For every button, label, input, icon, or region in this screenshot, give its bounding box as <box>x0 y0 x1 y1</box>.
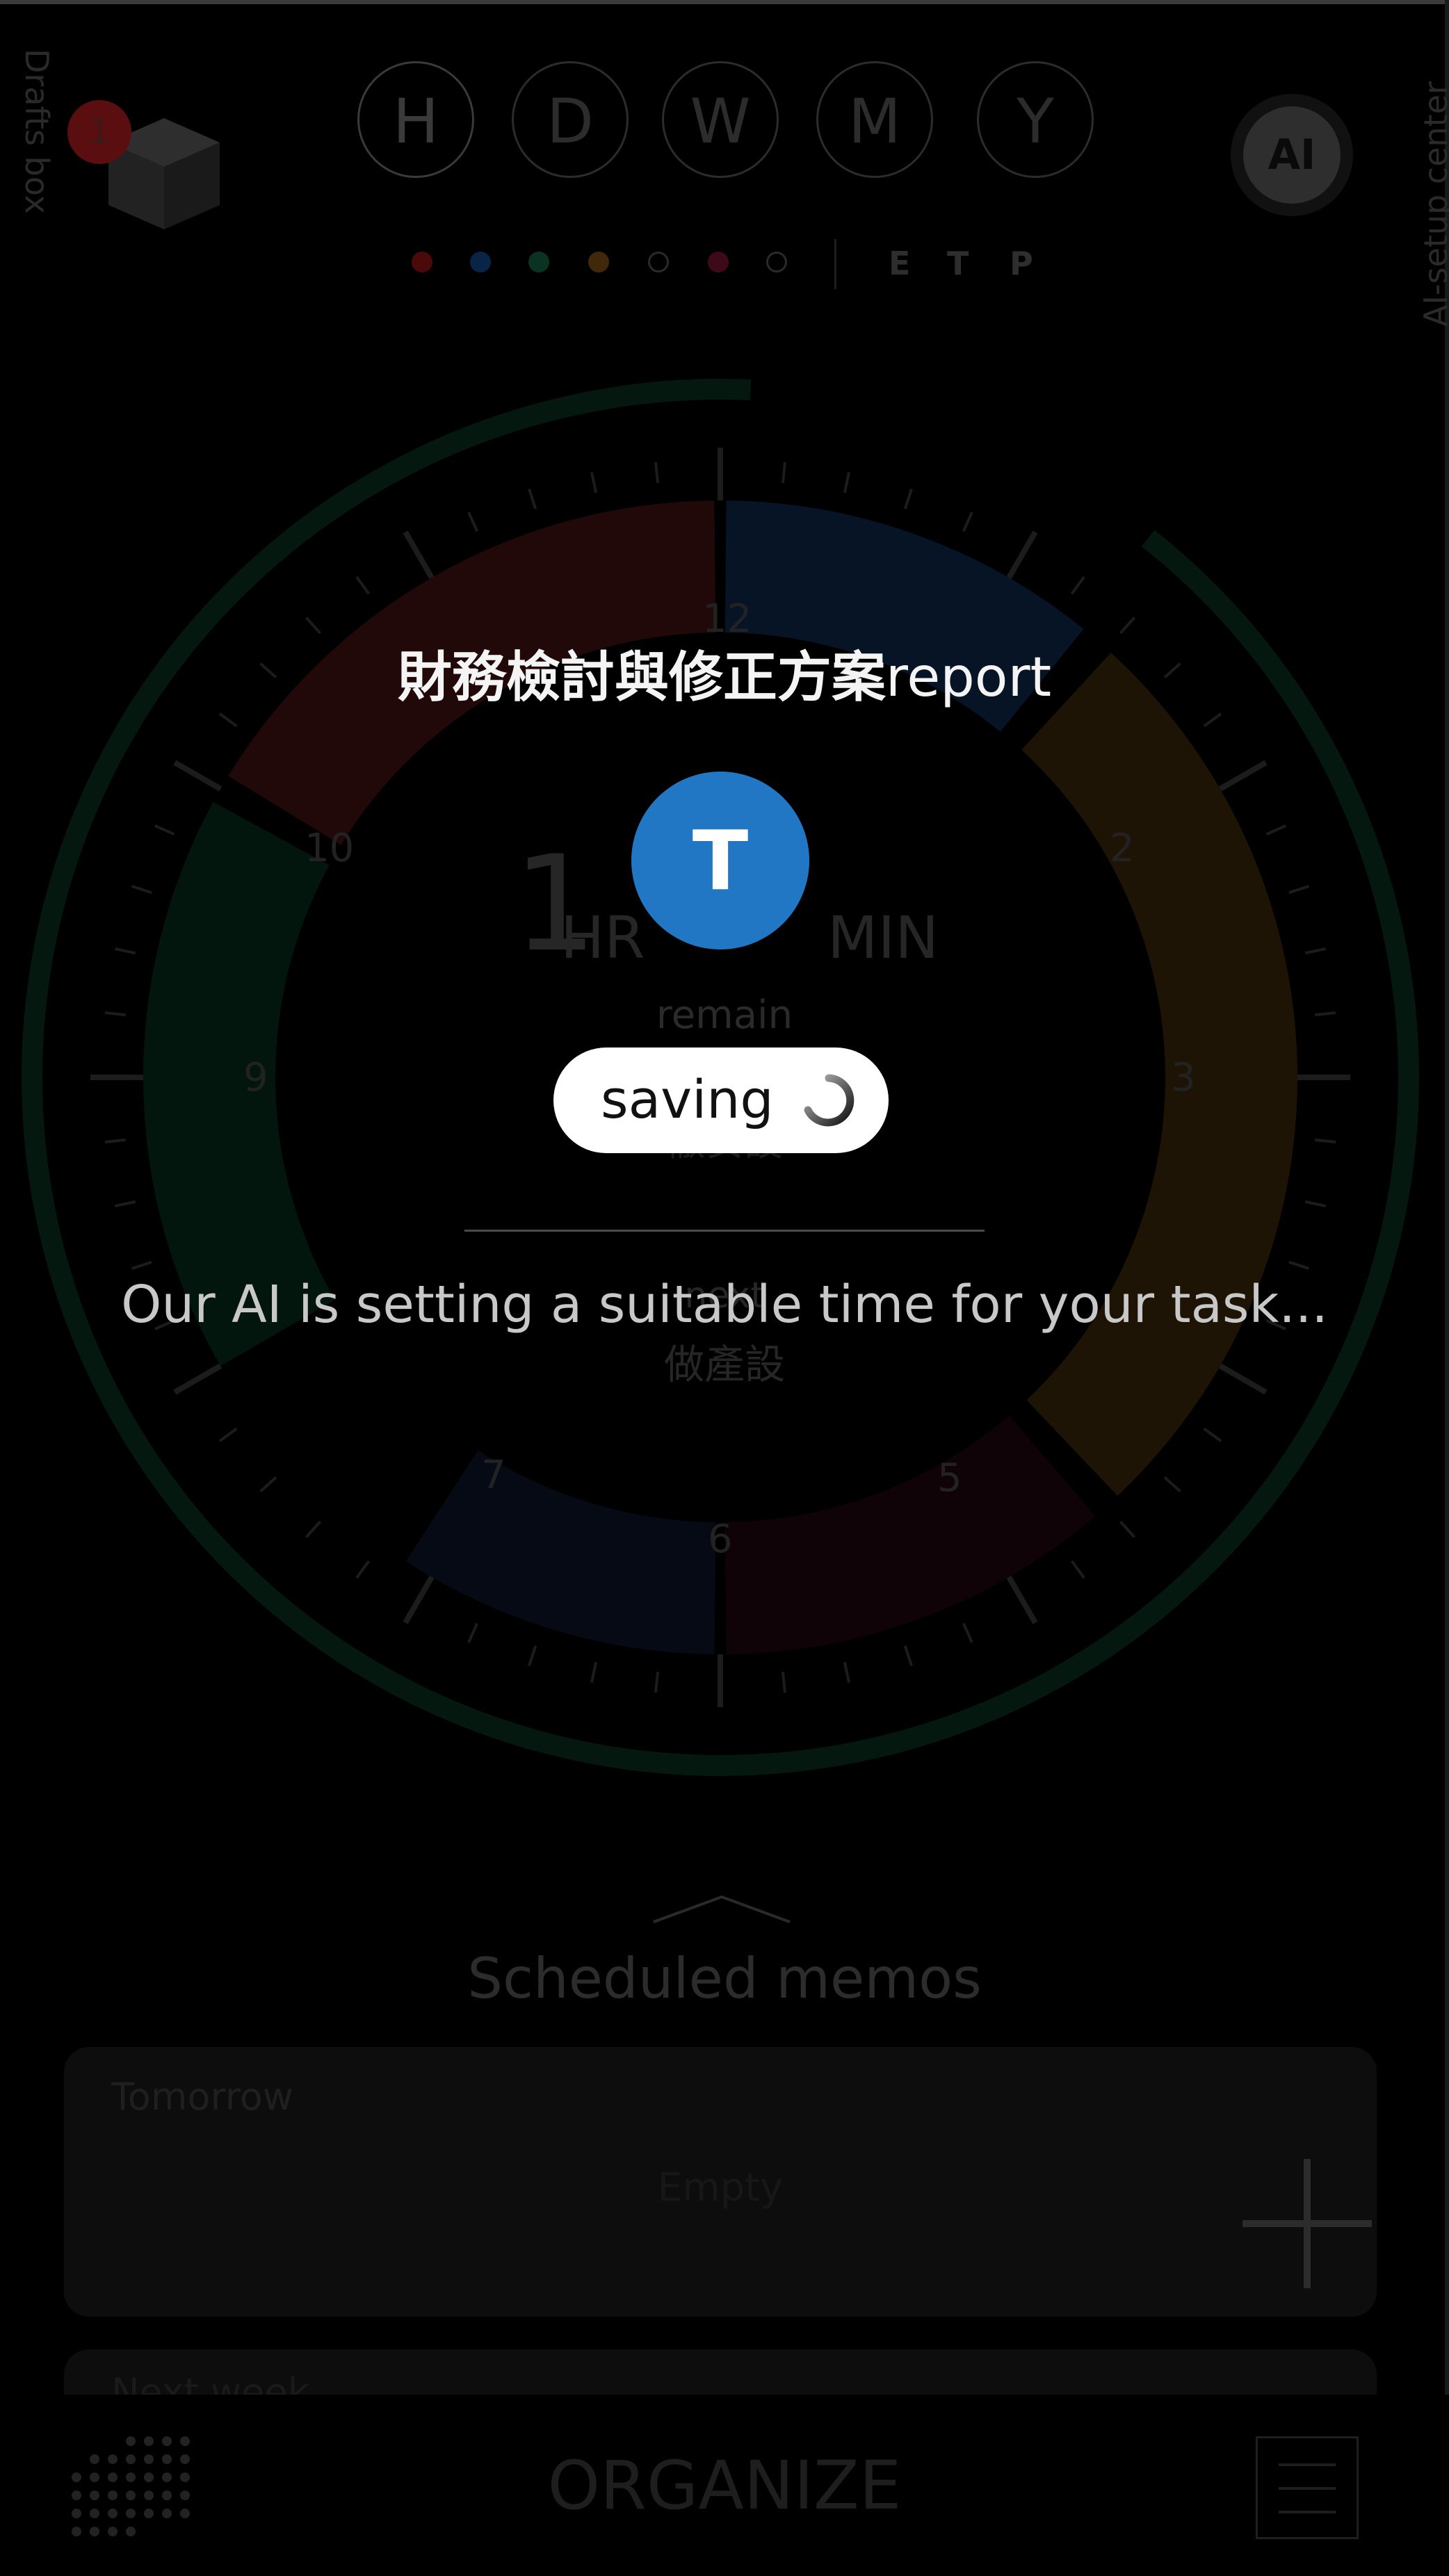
clock-major-tick <box>1006 530 1038 580</box>
category-dot-orange[interactable] <box>588 252 609 272</box>
saving-indicator: saving <box>553 1047 889 1153</box>
clock-minor-tick <box>1203 1427 1222 1442</box>
period-week-button[interactable]: W <box>662 61 779 178</box>
period-hour-button[interactable]: H <box>357 61 474 178</box>
bottom-bar: ORGANIZE <box>0 2395 1449 2576</box>
clock-minor-tick <box>131 885 152 895</box>
clock-minor-tick <box>590 1661 598 1683</box>
clock-major-tick <box>1218 760 1268 792</box>
clock-minor-tick <box>903 1645 913 1667</box>
drafts-box-label[interactable]: Drafts box <box>18 49 56 214</box>
clock-minor-tick <box>843 472 850 494</box>
clock-number-2: 2 <box>1110 826 1135 871</box>
clock-minor-tick <box>1070 1560 1085 1579</box>
clock-number-9: 9 <box>243 1055 268 1100</box>
clock-minor-tick <box>218 712 238 728</box>
clock-number-7: 7 <box>481 1453 506 1498</box>
clock-minor-tick <box>355 576 371 595</box>
ai-status-message: Our AI is setting a suitable time for yo… <box>121 1275 1328 1335</box>
clock-minor-tick <box>115 1200 136 1207</box>
clock-minor-tick <box>1203 712 1222 728</box>
clock-minor-tick <box>654 1672 660 1693</box>
clock-minor-tick <box>131 1260 152 1270</box>
clock-number-5: 5 <box>937 1456 962 1501</box>
clock-minor-tick <box>305 617 322 635</box>
clock-number-3: 3 <box>1171 1055 1196 1100</box>
task-avatar: T <box>631 772 809 949</box>
organize-button[interactable]: ORGANIZE <box>0 2447 1449 2525</box>
task-title-cjk: 財務檢討與修正方案 <box>397 646 886 709</box>
clock-minor-tick <box>781 462 787 483</box>
loading-spinner-icon <box>804 1074 855 1127</box>
segment-magenta[interactable] <box>724 1415 1096 1654</box>
top-border <box>0 0 1449 4</box>
clock-minor-tick <box>218 1427 238 1442</box>
clock-minor-tick <box>1163 1476 1181 1493</box>
ai-setup-center-label[interactable]: AI-setup center <box>1417 81 1449 327</box>
clock-minor-tick <box>1119 617 1136 635</box>
memo-day-label: Tomorrow <box>111 2075 293 2119</box>
minutes-unit: MIN <box>827 904 939 972</box>
task-title-latin: report <box>885 646 1052 709</box>
clock-minor-tick <box>154 824 175 836</box>
segment-navy[interactable] <box>405 1450 717 1654</box>
add-memo-icon-vertical[interactable] <box>1304 2159 1311 2288</box>
view-mode-t[interactable]: T <box>947 245 969 282</box>
clock-minor-tick <box>962 1622 973 1643</box>
memo-empty-label: Empty <box>657 2165 784 2210</box>
category-dot-blue[interactable] <box>470 252 491 272</box>
clock-minor-tick <box>843 1661 850 1683</box>
clock-number-6: 6 <box>708 1517 733 1562</box>
clock-minor-tick <box>1070 576 1085 595</box>
clock-major-tick <box>1006 1575 1038 1624</box>
clock-minor-tick <box>903 488 913 510</box>
clock-minor-tick <box>467 1622 479 1643</box>
category-dot-empty-2[interactable] <box>766 252 787 272</box>
ai-button[interactable]: AI <box>1243 106 1341 204</box>
period-day-button[interactable]: D <box>512 61 629 178</box>
filter-separator <box>834 239 836 289</box>
clock-minor-tick <box>1265 824 1286 836</box>
category-dot-green[interactable] <box>528 252 549 272</box>
clock-minor-tick <box>528 1645 537 1667</box>
clock-number-10: 10 <box>305 826 355 871</box>
clock-minor-tick <box>1288 1260 1310 1270</box>
category-dot-empty[interactable] <box>648 252 669 272</box>
saving-label: saving <box>601 1068 774 1130</box>
clock-minor-tick <box>1119 1520 1136 1538</box>
remain-label: remain <box>656 993 793 1038</box>
clock-minor-tick <box>654 462 660 483</box>
menu-icon[interactable] <box>1256 2436 1359 2539</box>
next-task-label: 做產設 <box>663 1341 785 1388</box>
scheduled-memos-title: Scheduled memos <box>467 1946 982 2011</box>
category-dot-magenta[interactable] <box>708 252 729 272</box>
clock-minor-tick <box>781 1672 787 1693</box>
clock-minor-tick <box>1288 885 1310 895</box>
modal-divider <box>464 1230 985 1232</box>
clock-minor-tick <box>1304 947 1326 955</box>
task-title: 財務檢討與修正方案report <box>0 634 1449 712</box>
period-month-button[interactable]: M <box>816 61 933 178</box>
expand-chevron-icon[interactable] <box>652 1894 791 1925</box>
clock-minor-tick <box>1304 1200 1326 1207</box>
memo-card-tomorrow[interactable]: Tomorrow Empty <box>64 2047 1377 2317</box>
hours-unit: HR <box>560 904 645 972</box>
view-mode-e[interactable]: E <box>889 245 910 282</box>
clock-major-tick <box>173 760 222 792</box>
clock-minor-tick <box>115 947 136 955</box>
period-year-button[interactable]: Y <box>977 61 1094 178</box>
view-mode-p[interactable]: P <box>1010 245 1033 282</box>
category-dot-red[interactable] <box>412 252 432 272</box>
clock-minor-tick <box>962 512 973 532</box>
drafts-count-badge: 1 <box>67 100 131 164</box>
